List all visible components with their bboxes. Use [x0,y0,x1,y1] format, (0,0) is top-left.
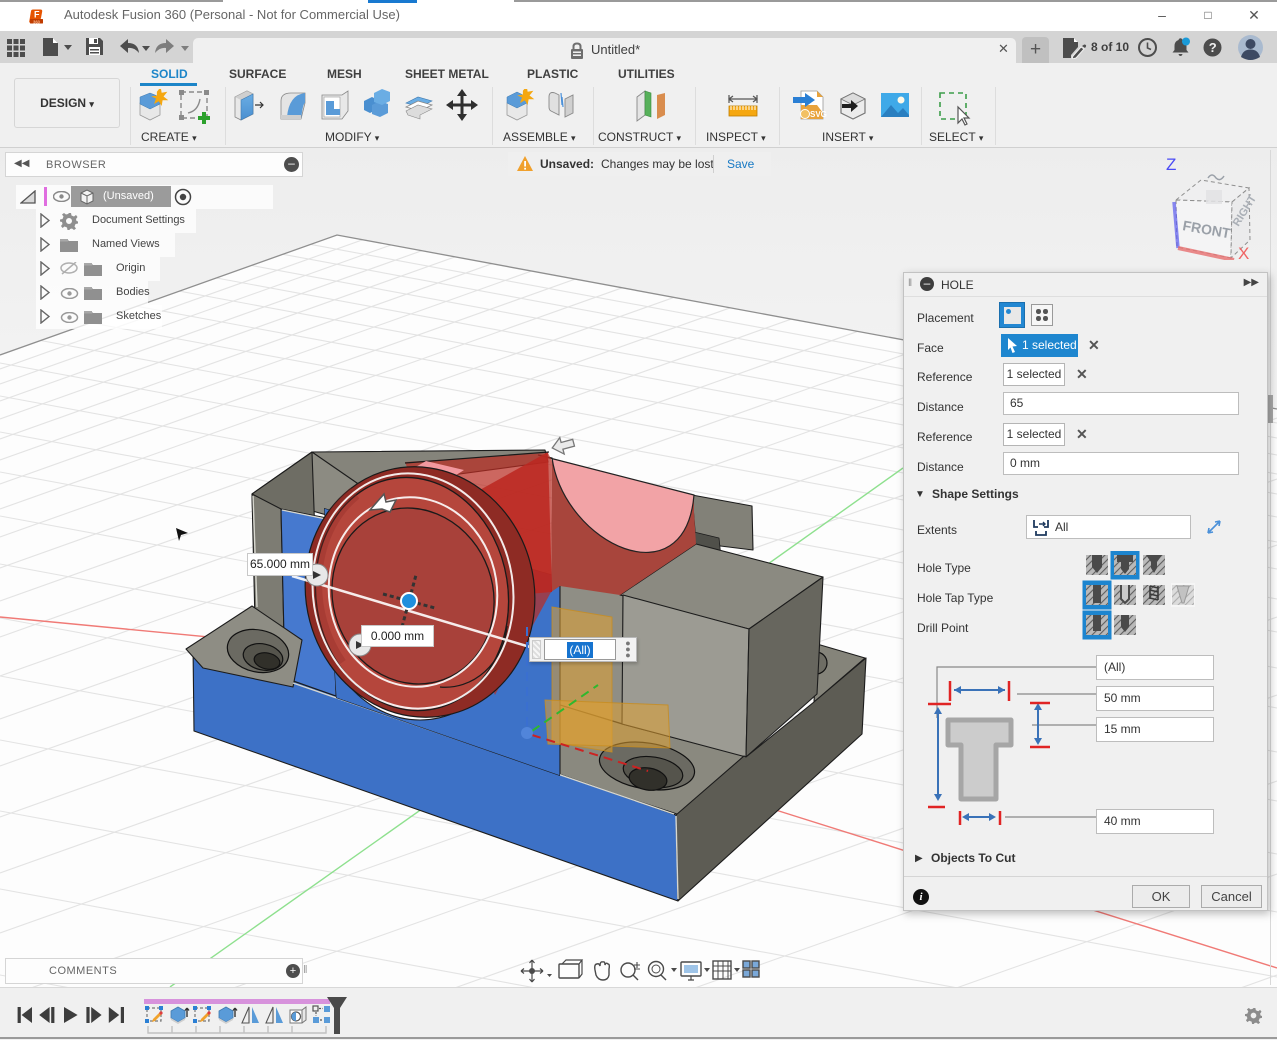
svg-text:SVG: SVG [810,110,827,119]
svg-text:Z: Z [1166,155,1176,174]
svg-text:?: ? [1209,40,1217,55]
svg-text:X: X [1238,244,1249,260]
svg-text:F: F [34,10,40,20]
svg-text:360: 360 [33,19,41,24]
